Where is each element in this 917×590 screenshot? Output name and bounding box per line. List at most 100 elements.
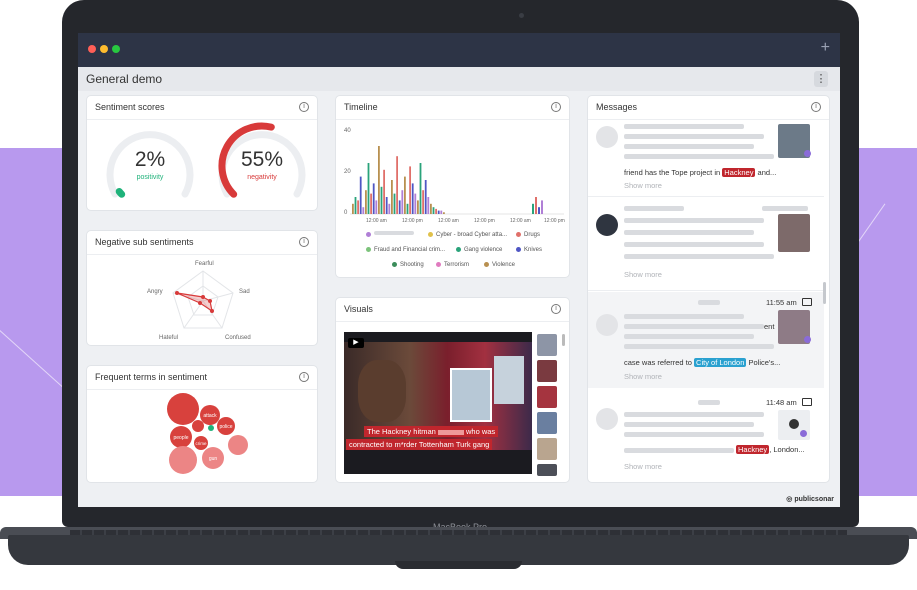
show-more-link[interactable]: Show more: [624, 462, 662, 471]
avatar: [596, 126, 618, 148]
laptop-notch: [395, 561, 522, 569]
radar-chart: [172, 270, 234, 329]
timeline-bar: [409, 166, 411, 214]
timeline-bar: [443, 212, 445, 214]
term-label-crime: crime: [196, 441, 207, 446]
negative-sub-sentiments-card: Negative sub sentiments i Fearful Sad Co…: [86, 230, 318, 346]
info-icon[interactable]: i: [299, 102, 309, 112]
negativity-value: 55%: [240, 148, 284, 171]
timeline-bar: [370, 193, 372, 214]
info-icon[interactable]: i: [551, 102, 561, 112]
timeline-bar: [422, 190, 424, 214]
visual-thumbnail[interactable]: [537, 464, 557, 476]
app-header: General demo ⋮: [78, 67, 840, 91]
timeline-bar: [440, 210, 443, 214]
page-title: General demo: [86, 72, 163, 86]
info-icon[interactable]: i: [299, 372, 309, 382]
message-text: Hackney, London...: [736, 445, 805, 454]
timeline-bar: [383, 169, 385, 214]
legend-item-knives[interactable]: Knives: [516, 247, 542, 253]
negativity-label: negativity: [247, 174, 277, 181]
timeline-bar: [406, 203, 409, 214]
visual-thumbnail[interactable]: [537, 438, 557, 460]
visual-thumbnail[interactable]: [537, 334, 557, 356]
message-item-selected[interactable]: 11:55 am ent case was referred to City o…: [588, 292, 824, 388]
legend-item-cyber[interactable]: Cyber - broad Cyber atta...: [428, 232, 507, 238]
radar-label-fearful: Fearful: [195, 261, 214, 267]
thumbnail-scrollbar[interactable]: [562, 334, 565, 346]
message-item[interactable]: friend has the Tope project in Hackney a…: [588, 120, 824, 192]
legend-item-drugs[interactable]: Drugs: [516, 232, 540, 238]
legend-item-terrorism[interactable]: Terrorism: [436, 262, 469, 268]
messages-card: Messages i friend has the Tope project in…: [587, 95, 830, 483]
show-more-link[interactable]: Show more: [624, 270, 662, 279]
positivity-label: positivity: [136, 174, 164, 181]
card-title: Messages: [596, 102, 638, 112]
positivity-value: 2%: [134, 148, 166, 171]
bubble-chart: attack police people crime gun: [167, 393, 248, 474]
play-icon[interactable]: ▶: [348, 338, 364, 348]
timeline-bar: [391, 180, 393, 214]
timeline-bar: [432, 207, 435, 214]
radar-label-hateful: Hateful: [159, 335, 179, 341]
timeline-bar: [427, 197, 430, 214]
close-window-button[interactable]: [88, 45, 96, 53]
more-menu-button[interactable]: ⋮: [814, 71, 828, 87]
card-title: Sentiment scores: [95, 102, 165, 112]
platform-badge-icon: [804, 150, 811, 157]
timeline-bar: [417, 200, 419, 214]
show-more-link[interactable]: Show more: [624, 181, 662, 190]
timeline-bar: [398, 200, 401, 214]
radar-point: [208, 299, 212, 303]
timeline-bar: [401, 190, 404, 214]
timeline-bar: [388, 203, 391, 214]
info-icon[interactable]: i: [551, 304, 561, 314]
timeline-bar: [430, 203, 432, 214]
avatar: [596, 314, 618, 336]
legend-item-violence[interactable]: Violence: [484, 262, 515, 268]
timeline-chart: [350, 146, 564, 215]
divider: [588, 196, 824, 197]
legend-item-fraud[interactable]: Fraud and Financial crim...: [366, 247, 445, 253]
timeline-card: Timeline i 40 20 0 12:00 am 12:00 pm 12:0…: [335, 95, 570, 278]
radar-series: [176, 292, 213, 313]
timeline-bar: [354, 197, 357, 214]
timeline-bar: [414, 193, 417, 214]
visual-thumbnail[interactable]: [537, 412, 557, 434]
term-bubble: [228, 435, 248, 455]
positivity-gauge-fill: [115, 188, 126, 198]
maximize-window-button[interactable]: [112, 45, 120, 53]
card-title: Visuals: [344, 304, 373, 314]
visual-thumbnail[interactable]: [537, 386, 557, 408]
x-tick: 12:00 pm: [544, 218, 565, 224]
visual-thumbnail[interactable]: [537, 360, 557, 382]
minimize-window-button[interactable]: [100, 45, 108, 53]
video-player[interactable]: ▶ The Hackney hitman who was contracted …: [344, 332, 532, 474]
timeline-bar: [437, 210, 440, 214]
visuals-card: Visuals i ▶ The Hackney hitman who was co…: [335, 297, 570, 483]
news-icon: [802, 298, 812, 306]
video-face-inset: [494, 356, 524, 404]
window-titlebar: +: [78, 33, 840, 67]
marketing-stage: + General demo ⋮ Sentiment scores i 2% po…: [0, 0, 917, 590]
legend-item[interactable]: [366, 231, 414, 238]
x-tick: 12:00 am: [366, 218, 387, 224]
card-title: Negative sub sentiments: [95, 237, 194, 247]
avatar: [596, 214, 618, 236]
info-icon[interactable]: i: [811, 102, 821, 112]
x-tick: 12:00 am: [438, 218, 459, 224]
messages-scrollbar[interactable]: [823, 282, 826, 304]
new-tab-button[interactable]: +: [821, 39, 830, 57]
show-more-link[interactable]: Show more: [624, 372, 662, 381]
x-tick: 12:00 pm: [474, 218, 495, 224]
message-item[interactable]: Show more: [588, 200, 824, 286]
message-thumbnail[interactable]: [778, 214, 810, 252]
legend-item-shooting[interactable]: Shooting: [392, 262, 424, 268]
legend-item-gang-violence[interactable]: Gang violence: [456, 247, 502, 253]
message-item[interactable]: 11:48 am Hackney, London... Show more: [588, 392, 824, 482]
divider: [588, 290, 824, 291]
term-bubble: [208, 425, 214, 431]
app-screen: + General demo ⋮ Sentiment scores i 2% po…: [78, 33, 840, 507]
timeline-bar: [393, 193, 396, 214]
info-icon[interactable]: i: [299, 237, 309, 247]
